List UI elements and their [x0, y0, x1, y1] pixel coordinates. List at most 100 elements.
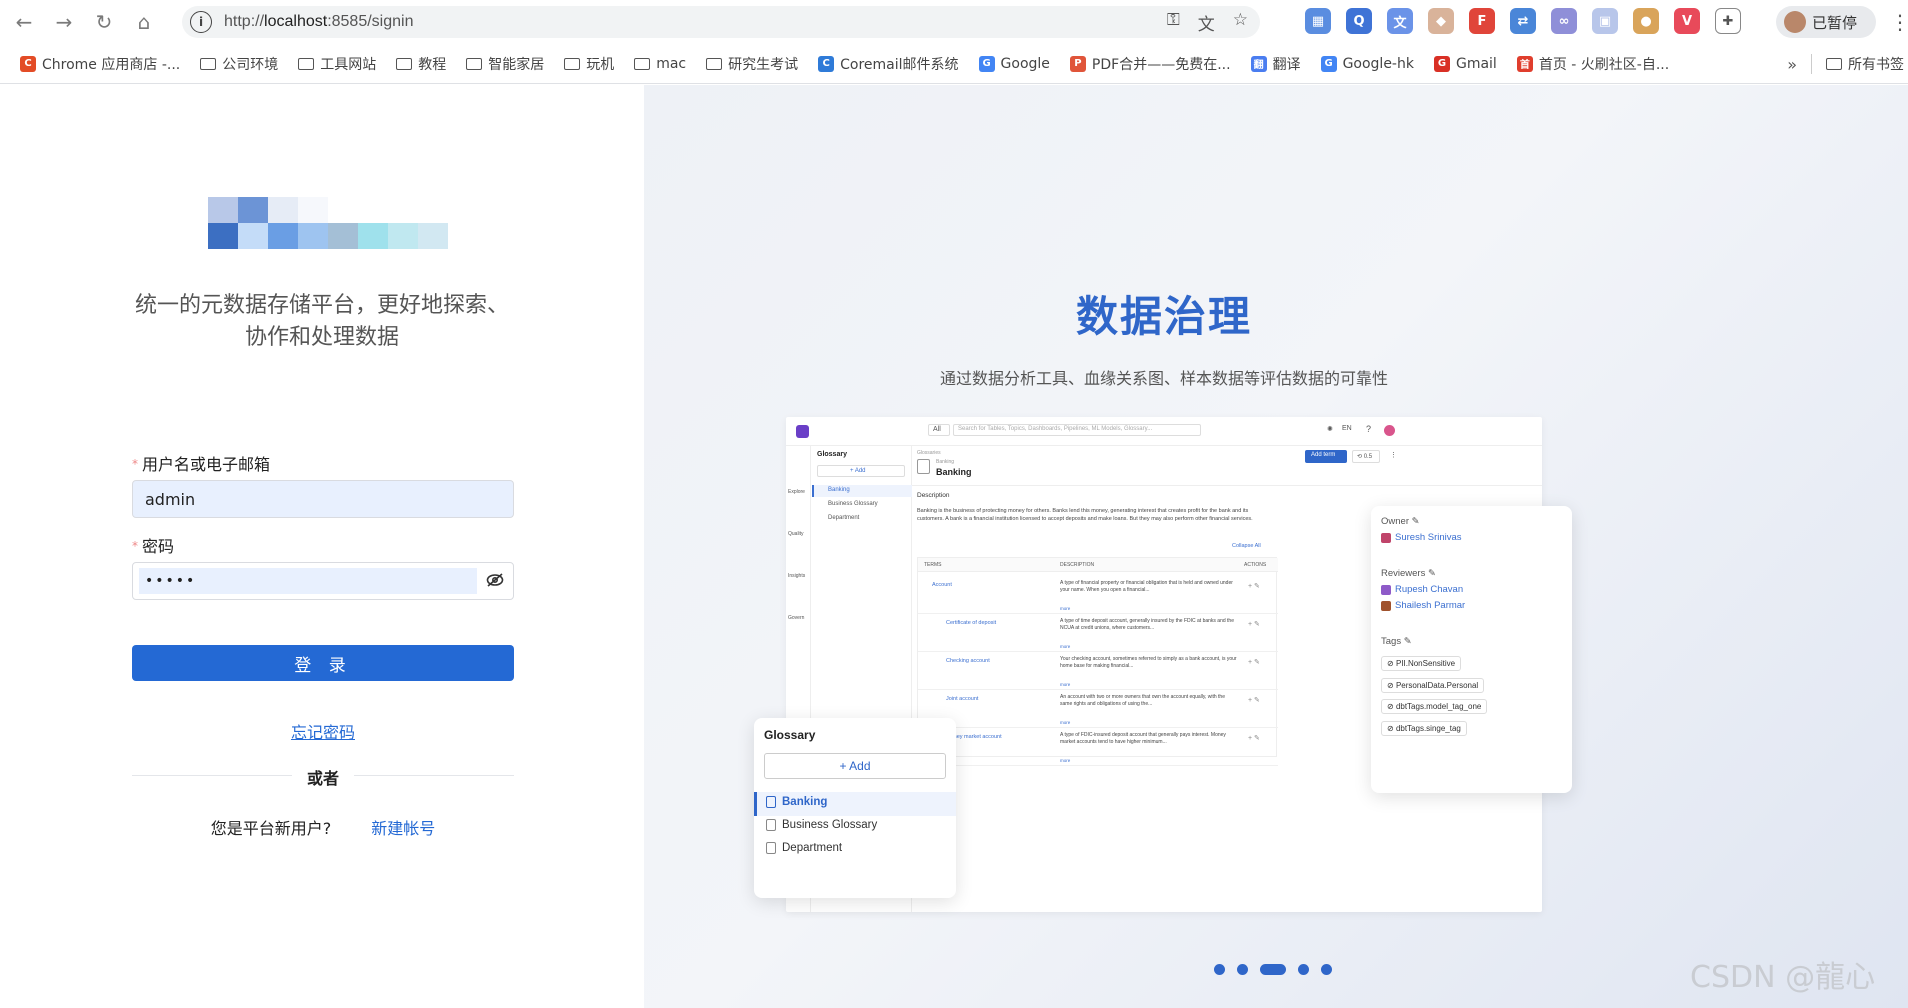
- bookmark-star-icon[interactable]: ☆: [1233, 10, 1248, 35]
- carousel-dot[interactable]: [1214, 964, 1225, 975]
- term-name: Joint account: [946, 696, 979, 702]
- more-link: more: [1060, 606, 1071, 611]
- bookmark-item[interactable]: C Coremail邮件系统: [818, 54, 959, 74]
- row-actions: + ✎: [1248, 659, 1260, 666]
- extension-q-icon[interactable]: Q: [1346, 8, 1372, 34]
- term-row: Money market account A type of FDIC-insur…: [918, 728, 1278, 766]
- translate-icon[interactable]: 文: [1198, 10, 1215, 35]
- bookmark-item[interactable]: mac: [634, 56, 686, 72]
- extensions-puzzle-icon[interactable]: ✚: [1715, 8, 1741, 34]
- favicon-icon: 首: [1516, 55, 1533, 72]
- more-link: more: [1060, 720, 1071, 725]
- extension-shield-icon[interactable]: ◆: [1428, 8, 1454, 34]
- bookmark-item[interactable]: G Gmail: [1433, 55, 1497, 72]
- eye-slash-icon[interactable]: [483, 572, 507, 591]
- bookmark-item[interactable]: G Google: [978, 55, 1050, 72]
- carousel-dot[interactable]: [1260, 964, 1286, 975]
- bell-icon: ✺: [1327, 426, 1333, 433]
- bookmark-item[interactable]: 智能家居: [466, 54, 544, 74]
- logo-pixelated: [208, 197, 448, 249]
- bookmark-item[interactable]: C Chrome 应用商店 -...: [20, 54, 180, 74]
- bookmark-item[interactable]: P PDF合并——免费在...: [1069, 54, 1231, 74]
- term-description: A type of financial property or financia…: [1060, 580, 1233, 593]
- nav-explore: Explore: [788, 489, 805, 495]
- extension-link-icon[interactable]: ∞: [1551, 8, 1577, 34]
- forgot-password-link[interactable]: 忘记密码: [132, 719, 514, 743]
- back-icon[interactable]: ←: [8, 6, 40, 38]
- nav-insights: Insights: [788, 573, 806, 579]
- search-input: Search for Tables, Topics, Dashboards, P…: [953, 424, 1201, 436]
- bookmark-label: mac: [656, 55, 687, 72]
- glossary-item-label: Department: [782, 842, 843, 854]
- watermark: CSDN @龍心: [1690, 960, 1876, 995]
- new-user-text: 您是平台新用户?: [210, 819, 332, 838]
- folder-icon: [200, 57, 217, 70]
- forward-icon[interactable]: →: [48, 6, 80, 38]
- extension-vue-icon[interactable]: V: [1674, 8, 1700, 34]
- tag-label: dbtTags.singe_tag: [1395, 723, 1461, 733]
- folder-icon: [298, 57, 315, 70]
- owner-row: Suresh Srinivas: [1381, 532, 1462, 543]
- more-link: more: [1060, 682, 1071, 687]
- extension-cookie-icon[interactable]: ●: [1633, 8, 1659, 34]
- folder-icon: [706, 57, 723, 70]
- login-button[interactable]: 登 录: [132, 645, 514, 681]
- extension-translate-icon[interactable]: 文: [1387, 8, 1413, 34]
- carousel-dot[interactable]: [1298, 964, 1309, 975]
- url-text[interactable]: http://localhost:8585/signin: [224, 13, 413, 31]
- bookmarks-overflow-button[interactable]: »: [1787, 55, 1797, 74]
- password-input[interactable]: •••••: [139, 568, 477, 594]
- bookmark-item[interactable]: 翻翻译: [1250, 54, 1301, 74]
- page-title: Banking: [936, 467, 972, 477]
- reviewers-label: Reviewers ✎: [1381, 568, 1436, 579]
- owner-name: Suresh Srinivas: [1395, 532, 1462, 543]
- extension-image-icon[interactable]: ▣: [1592, 8, 1618, 34]
- more-icon: ⋮: [1390, 452, 1397, 459]
- password-field[interactable]: •••••: [132, 562, 514, 600]
- term-name: Certificate of deposit: [946, 620, 997, 626]
- bookmark-item[interactable]: 工具网站: [298, 54, 376, 74]
- site-info-icon[interactable]: i: [190, 11, 212, 33]
- bookmark-label: 公司环境: [222, 56, 279, 73]
- bookmark-item[interactable]: 公司环境: [200, 54, 278, 74]
- bookmark-label: Coremail邮件系统: [840, 56, 959, 73]
- bookmark-item[interactable]: 玩机: [564, 54, 614, 74]
- carousel-dot[interactable]: [1321, 964, 1332, 975]
- profile-button[interactable]: 已暂停: [1776, 6, 1876, 38]
- home-icon[interactable]: ⌂: [128, 6, 160, 38]
- bookmark-item[interactable]: 研究生考试: [706, 54, 798, 74]
- extension-grid-icon[interactable]: ▦: [1305, 8, 1331, 34]
- tag-label: PersonalData.Personal: [1395, 680, 1479, 690]
- term-name: Checking account: [946, 658, 990, 664]
- folder-icon: [396, 57, 413, 70]
- all-bookmarks[interactable]: 所有书签: [1826, 54, 1904, 74]
- bookmark-label: 研究生考试: [728, 56, 799, 73]
- reload-icon[interactable]: ↻: [88, 6, 120, 38]
- tag-chip: ⊘ dbtTags.model_tag_one: [1381, 699, 1488, 714]
- row-actions: + ✎: [1248, 583, 1260, 590]
- bookmark-item[interactable]: G Google-hk: [1320, 55, 1414, 72]
- bookmark-label: 教程: [418, 56, 447, 73]
- menu-icon[interactable]: ⋮: [1890, 10, 1908, 34]
- bookmark-item[interactable]: 教程: [396, 54, 446, 74]
- extension-sync-icon[interactable]: ⇄: [1510, 8, 1536, 34]
- password-key-icon[interactable]: ⚿: [1167, 10, 1180, 35]
- info-float-panel: Owner ✎ Suresh Srinivas Reviewers ✎ Rupe…: [1371, 506, 1572, 793]
- signup-link[interactable]: 新建帐号: [371, 819, 435, 838]
- description-text: Banking is the business of protecting mo…: [917, 508, 1253, 522]
- carousel-subtitle: 通过数据分析工具、血缘关系图、样本数据等评估数据的可靠性: [939, 369, 1388, 388]
- bookmarks-bar: C Chrome 应用商店 -... 公司环境 工具网站 教程 智能家居 玩机 mac 研究生考…: [0, 44, 1908, 84]
- extension-fe-icon[interactable]: F: [1469, 8, 1495, 34]
- carousel-title: 数据治理: [1075, 292, 1252, 341]
- favicon-icon: 翻: [1250, 55, 1267, 72]
- row-actions: + ✎: [1248, 621, 1260, 628]
- glossary-add-button: + Add: [764, 753, 946, 779]
- address-bar[interactable]: i http://localhost:8585/signin ⚿ 文 ☆: [182, 6, 1260, 38]
- more-link: more: [1060, 644, 1071, 649]
- username-input[interactable]: admin: [132, 480, 514, 518]
- favicon-icon: G: [1433, 55, 1450, 72]
- bookmark-item[interactable]: 首首页 - 火刷社区-自...: [1516, 54, 1669, 74]
- carousel-dot[interactable]: [1237, 964, 1248, 975]
- password-label: * 密码: [132, 537, 175, 556]
- tag-icon: ⊘: [1387, 659, 1394, 668]
